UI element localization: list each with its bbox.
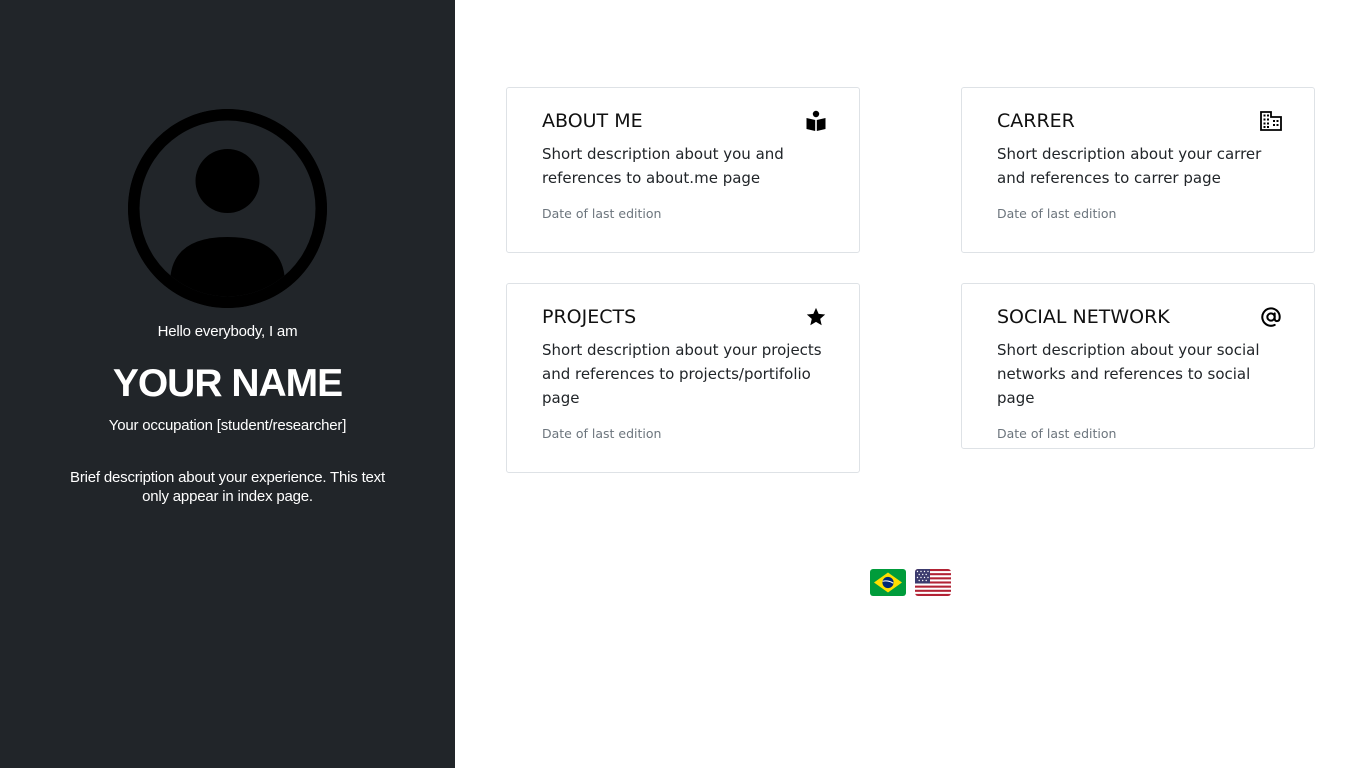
- card-description: Short description about your projects an…: [542, 341, 822, 407]
- card-header: SOCIAL NETWORK: [997, 304, 1281, 330]
- building-icon: [1259, 109, 1283, 133]
- account-circle-icon: [128, 109, 327, 308]
- language-switcher: [870, 569, 951, 596]
- card-header: ABOUT ME: [542, 108, 826, 134]
- brazil-flag-icon[interactable]: [870, 569, 906, 596]
- card-title: CARRER: [997, 110, 1075, 132]
- card-header: CARRER: [997, 108, 1282, 134]
- card-title: ABOUT ME: [542, 110, 643, 132]
- page-layout: Hello everybody, I am YOUR NAME Your occ…: [0, 0, 1366, 768]
- card-date: Date of last edition: [542, 426, 662, 441]
- card-description: Short description about your social netw…: [997, 341, 1260, 407]
- card-date: Date of last edition: [997, 426, 1117, 441]
- card-header: PROJECTS: [542, 304, 826, 330]
- card-social-network[interactable]: SOCIAL NETWORK Short description about y…: [961, 283, 1315, 449]
- star-icon: [804, 305, 828, 329]
- card-description: Short description about your carrer and …: [997, 145, 1262, 187]
- card-date: Date of last edition: [542, 206, 662, 221]
- card-date: Date of last edition: [997, 206, 1117, 221]
- greeting-text: Hello everybody, I am: [157, 323, 298, 340]
- usa-flag-icon[interactable]: [915, 569, 951, 596]
- profile-occupation: Your occupation [student/researcher]: [108, 417, 347, 434]
- at-sign-icon: [1259, 305, 1283, 329]
- card-description: Short description about you and referenc…: [542, 145, 784, 187]
- card-projects[interactable]: PROJECTS Short description about your pr…: [506, 283, 860, 473]
- card-title: SOCIAL NETWORK: [997, 306, 1170, 328]
- main-content: ABOUT ME Short description about you and…: [455, 0, 1366, 768]
- card-title: PROJECTS: [542, 306, 637, 328]
- profile-bio: Brief description about your experience.…: [70, 469, 385, 505]
- profile-sidebar: Hello everybody, I am YOUR NAME Your occ…: [0, 0, 455, 768]
- card-about-me[interactable]: ABOUT ME Short description about you and…: [506, 87, 860, 253]
- card-carrer[interactable]: CARRER Short description about your carr…: [961, 87, 1315, 253]
- profile-name: YOUR NAME: [112, 362, 343, 405]
- book-reader-icon: [804, 109, 828, 133]
